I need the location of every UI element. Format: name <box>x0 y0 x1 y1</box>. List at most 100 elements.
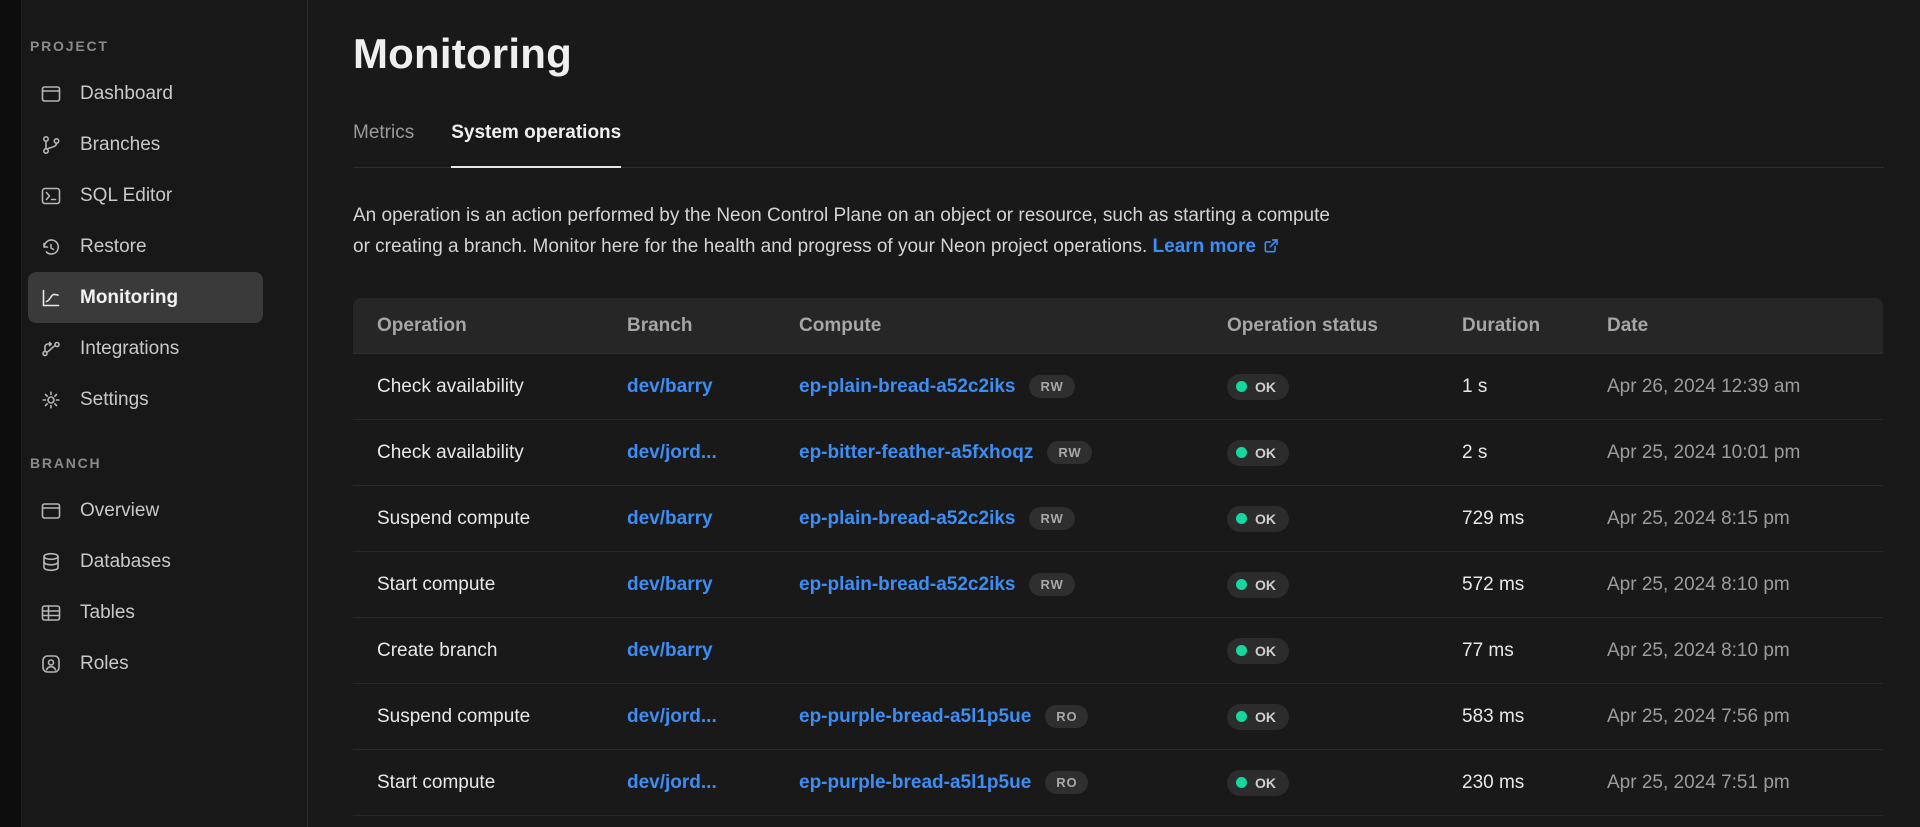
sidebar-section-branch: BRANCH Overview Databases Tables Roles <box>28 455 307 689</box>
branch-link[interactable]: dev/barry <box>627 574 713 596</box>
branch-link[interactable]: dev/barry <box>627 640 713 662</box>
tab-system-operations[interactable]: System operations <box>451 122 621 168</box>
compute-access-badge: RW <box>1029 507 1074 530</box>
sidebar-item-overview[interactable]: Overview <box>28 485 263 536</box>
compute-link[interactable]: ep-purple-bread-a5l1p5ue <box>799 706 1031 728</box>
date-cell: Apr 25, 2024 8:10 pm <box>1583 640 1883 662</box>
sidebar-item-label: Branches <box>80 134 160 156</box>
duration-cell: 230 ms <box>1438 772 1583 794</box>
compute-cell: ep-bitter-feather-a5fxhoqzRW <box>775 441 1203 464</box>
status-badge: OK <box>1227 572 1289 598</box>
description-line-2: or creating a branch. Monitor here for t… <box>353 236 1147 257</box>
compute-cell: ep-purple-bread-a5l1p5ue RO <box>775 771 1203 794</box>
branch-cell: dev/barry <box>603 574 775 596</box>
compute-link[interactable]: ep-plain-bread-a52c2iks <box>799 376 1015 398</box>
sidebar-item-restore[interactable]: Restore <box>28 221 263 272</box>
status-cell: OK <box>1203 374 1438 400</box>
branch-cell: dev/barry <box>603 640 775 662</box>
window-icon <box>39 82 63 106</box>
duration-cell: 2 s <box>1438 442 1583 464</box>
compute-access-badge: RO <box>1045 771 1088 794</box>
status-label: OK <box>1255 775 1276 791</box>
role-icon <box>39 652 63 676</box>
sidebar-item-label: Settings <box>80 389 149 411</box>
duration-cell: 77 ms <box>1438 640 1583 662</box>
learn-more-link[interactable]: Learn more <box>1153 236 1281 257</box>
settings-icon <box>39 388 63 412</box>
operation-cell: Start compute <box>353 772 603 794</box>
sidebar-item-databases[interactable]: Databases <box>28 536 263 587</box>
sidebar-item-label: Tables <box>80 602 135 624</box>
sidebar-item-settings[interactable]: Settings <box>28 374 263 425</box>
sidebar: PROJECT Dashboard Branches SQL Editor Re… <box>22 0 308 827</box>
date-cell: Apr 25, 2024 8:15 pm <box>1583 508 1883 530</box>
status-cell: OK <box>1203 506 1438 532</box>
compute-access-badge: RW <box>1029 573 1074 596</box>
table-body: Check availability dev/barry ep-plain-br… <box>353 354 1883 816</box>
branch-cell: dev/jord... <box>603 772 775 794</box>
table-row: Create branch dev/barry OK 77 ms Apr 25,… <box>353 618 1883 684</box>
sidebar-item-branches[interactable]: Branches <box>28 119 263 170</box>
branch-cell: dev/barry <box>603 376 775 398</box>
integrations-icon <box>39 337 63 361</box>
sidebar-item-sql-editor[interactable]: SQL Editor <box>28 170 263 221</box>
table-row: Suspend compute dev/barry ep-plain-bread… <box>353 486 1883 552</box>
sql-icon <box>39 184 63 208</box>
sidebar-section-project: PROJECT Dashboard Branches SQL Editor Re… <box>28 38 307 425</box>
sidebar-list: Overview Databases Tables Roles <box>28 485 307 689</box>
column-header-operation: Operation <box>353 315 603 337</box>
compute-link[interactable]: ep-plain-bread-a52c2iks <box>799 508 1015 530</box>
status-label: OK <box>1255 709 1276 725</box>
status-badge: OK <box>1227 506 1289 532</box>
compute-cell: ep-purple-bread-a5l1p5ue RO <box>775 705 1203 728</box>
compute-link[interactable]: ep-plain-bread-a52c2iks <box>799 574 1015 596</box>
status-cell: OK <box>1203 572 1438 598</box>
status-ok-dot-icon <box>1236 711 1247 722</box>
monitoring-icon <box>39 286 63 310</box>
sidebar-item-label: Databases <box>80 551 171 573</box>
sidebar-item-dashboard[interactable]: Dashboard <box>28 68 263 119</box>
operation-cell: Check availability <box>353 376 603 398</box>
sidebar-item-roles[interactable]: Roles <box>28 638 263 689</box>
compute-access-badge: RO <box>1045 705 1088 728</box>
branch-link[interactable]: dev/jord... <box>627 772 717 794</box>
branch-link[interactable]: dev/barry <box>627 376 713 398</box>
duration-cell: 583 ms <box>1438 706 1583 728</box>
date-cell: Apr 25, 2024 7:51 pm <box>1583 772 1883 794</box>
column-header-duration: Duration <box>1438 315 1583 337</box>
branch-link[interactable]: dev/jord... <box>627 706 717 728</box>
duration-cell: 729 ms <box>1438 508 1583 530</box>
compute-cell: ep-plain-bread-a52c2iks RW <box>775 507 1203 530</box>
status-cell: OK <box>1203 704 1438 730</box>
sidebar-item-integrations[interactable]: Integrations <box>28 323 263 374</box>
column-header-compute: Compute <box>775 315 1203 337</box>
table-row: Start compute dev/barry ep-plain-bread-a… <box>353 552 1883 618</box>
status-label: OK <box>1255 379 1276 395</box>
sidebar-item-label: Overview <box>80 500 159 522</box>
compute-link[interactable]: ep-purple-bread-a5l1p5ue <box>799 772 1031 794</box>
sidebar-item-label: Integrations <box>80 338 179 360</box>
status-ok-dot-icon <box>1236 579 1247 590</box>
status-badge: OK <box>1227 440 1289 466</box>
table-header-row: Operation Branch Compute Operation statu… <box>353 298 1883 354</box>
sidebar-section-label: PROJECT <box>30 38 307 54</box>
date-cell: Apr 25, 2024 8:10 pm <box>1583 574 1883 596</box>
branch-link[interactable]: dev/barry <box>627 508 713 530</box>
operation-cell: Suspend compute <box>353 706 603 728</box>
tab-metrics[interactable]: Metrics <box>353 122 414 167</box>
window-icon <box>39 499 63 523</box>
operations-description: An operation is an action performed by t… <box>353 200 1884 262</box>
branch-link[interactable]: dev/jord... <box>627 442 717 464</box>
branch-icon <box>39 133 63 157</box>
status-label: OK <box>1255 445 1276 461</box>
compute-link[interactable]: ep-bitter-feather-a5fxhoqz <box>799 442 1033 464</box>
sidebar-item-label: SQL Editor <box>80 185 172 207</box>
description-line-1: An operation is an action performed by t… <box>353 205 1330 226</box>
table-row: Check availability dev/jord... ep-bitter… <box>353 420 1883 486</box>
sidebar-item-monitoring[interactable]: Monitoring <box>28 272 263 323</box>
database-icon <box>39 550 63 574</box>
status-badge: OK <box>1227 374 1289 400</box>
sidebar-item-tables[interactable]: Tables <box>28 587 263 638</box>
sidebar-item-label: Monitoring <box>80 287 178 309</box>
status-label: OK <box>1255 511 1276 527</box>
